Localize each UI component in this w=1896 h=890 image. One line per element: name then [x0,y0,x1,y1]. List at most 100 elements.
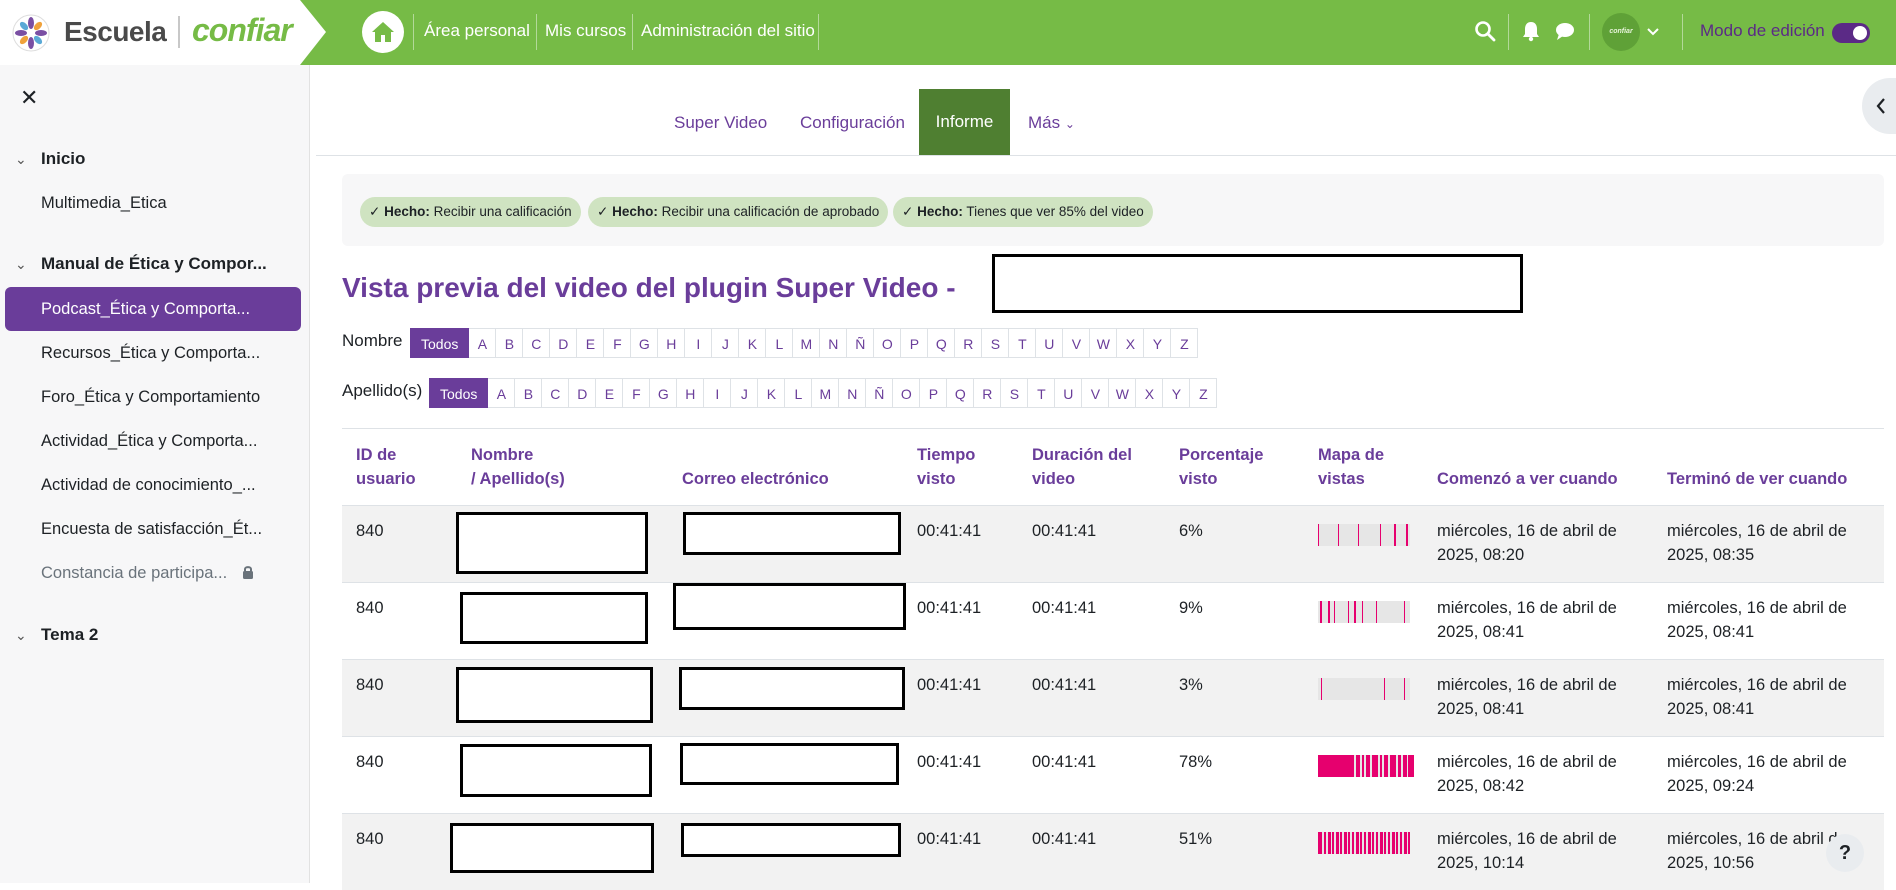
sidebar-item-recursos[interactable]: Recursos_Ética y Comporta... [5,331,301,375]
initial-letter[interactable]: B [496,328,524,358]
initial-all[interactable]: Todos [410,328,470,358]
initial-letter[interactable]: J [731,378,759,408]
initial-letter[interactable]: X [1117,328,1145,358]
initial-letter[interactable]: Z [1190,378,1218,408]
initial-letter[interactable]: P [901,328,929,358]
initial-letter[interactable]: Ñ [866,378,894,408]
chevron-down-icon[interactable]: ⌄ [15,627,29,644]
nav-mis-cursos[interactable]: Mis cursos [545,21,626,41]
header-name[interactable]: Nombre / Apellido(s) [471,443,565,491]
chat-icon[interactable] [1554,20,1576,42]
initial-letter[interactable]: C [542,378,570,408]
tab-informe[interactable]: Informe [919,89,1010,155]
initial-letter[interactable]: H [677,378,705,408]
initial-letter[interactable]: Y [1163,378,1191,408]
sidebar-item-actividad[interactable]: Actividad_Ética y Comporta... [5,419,301,463]
right-drawer-toggle[interactable] [1862,78,1896,134]
header-view-map[interactable]: Mapa de vistas [1318,443,1384,491]
initial-letter[interactable]: Q [947,378,975,408]
initial-letter[interactable]: R [955,328,983,358]
sidebar-item-encuesta[interactable]: Encuesta de satisfacción_Ét... [5,507,301,551]
sidebar-item-podcast[interactable]: Podcast_Ética y Comporta... [5,287,301,331]
initial-letter[interactable]: I [704,378,732,408]
initial-letter[interactable]: X [1136,378,1164,408]
header-end[interactable]: Terminó de ver cuando [1667,467,1847,491]
initial-letter[interactable]: G [631,328,659,358]
completion-badge: ✓ Hecho: Recibir una calificación de apr… [588,197,889,227]
cell-start-date: 2025, 08:20 [1437,546,1525,564]
sidebar-item-multimedia[interactable]: Multimedia_Etica [5,181,301,225]
chevron-down-icon[interactable]: ⌄ [15,151,29,168]
sidebar-item-constancia[interactable]: Constancia de participa... [5,551,301,595]
initial-letter[interactable]: U [1055,378,1083,408]
initial-letter[interactable]: H [658,328,686,358]
tab-mas[interactable]: Más ⌄ [1028,113,1075,133]
initial-letter[interactable]: R [974,378,1002,408]
search-icon[interactable] [1474,20,1496,42]
initial-letter[interactable]: S [1001,378,1029,408]
initial-letter[interactable]: F [623,378,651,408]
initial-letter[interactable]: W [1109,378,1137,408]
initial-letter[interactable]: G [650,378,678,408]
initial-letter[interactable]: I [685,328,713,358]
initial-letter[interactable]: B [515,378,543,408]
initial-letter[interactable]: W [1090,328,1118,358]
initial-letter[interactable]: M [812,378,840,408]
initial-letter[interactable]: D [550,328,578,358]
section-inicio[interactable]: ⌄ Inicio [15,149,85,169]
initial-letter[interactable]: T [1028,378,1056,408]
initial-letter[interactable]: E [577,328,605,358]
header-percent[interactable]: Porcentaje visto [1179,443,1263,491]
initial-letter[interactable]: L [766,328,794,358]
tab-super-video[interactable]: Super Video [674,113,767,133]
initial-letter[interactable]: Z [1171,328,1199,358]
initial-letter[interactable]: T [1009,328,1037,358]
close-icon[interactable]: ✕ [20,85,38,111]
initial-letter[interactable]: V [1063,328,1091,358]
edit-mode-toggle[interactable] [1832,23,1870,43]
tab-configuracion[interactable]: Configuración [800,113,905,133]
initial-letter[interactable]: J [712,328,740,358]
header-duration[interactable]: Duración del video [1032,443,1132,491]
initial-letter[interactable]: E [596,378,624,408]
toggle-knob [1853,26,1867,40]
chevron-down-icon[interactable]: ⌄ [15,256,29,273]
initial-letter[interactable]: K [758,378,786,408]
initial-letter[interactable]: N [820,328,848,358]
initial-letter[interactable]: Q [928,328,956,358]
chevron-down-icon[interactable] [1647,27,1659,37]
initial-letter[interactable]: S [982,328,1010,358]
initial-letter[interactable]: A [469,328,497,358]
initial-letter[interactable]: D [569,378,597,408]
section-tema-2[interactable]: ⌄ Tema 2 [15,625,98,645]
initial-letter[interactable]: A [488,378,516,408]
initial-letter[interactable]: L [785,378,813,408]
sidebar-item-actividad-conocimiento[interactable]: Actividad de conocimiento_... [5,463,301,507]
initial-letter[interactable]: C [523,328,551,358]
site-logo[interactable]: Escuela confiar [0,0,326,65]
sidebar-item-foro[interactable]: Foro_Ética y Comportamiento [5,375,301,419]
avatar[interactable]: confiar [1602,13,1640,51]
initial-letter[interactable]: O [893,378,921,408]
initial-letter[interactable]: Ñ [847,328,875,358]
nav-area-personal[interactable]: Área personal [424,21,530,41]
initial-letter[interactable]: K [739,328,767,358]
initial-letter[interactable]: V [1082,378,1110,408]
header-time[interactable]: Tiempo visto [917,443,975,491]
initial-letter[interactable]: F [604,328,632,358]
header-email[interactable]: Correo electrónico [682,467,829,491]
initial-all[interactable]: Todos [429,378,489,408]
nav-administracion[interactable]: Administración del sitio [641,21,815,41]
initial-letter[interactable]: O [874,328,902,358]
initial-letter[interactable]: M [793,328,821,358]
help-button[interactable]: ? [1826,834,1864,872]
header-start[interactable]: Comenzó a ver cuando [1437,467,1618,491]
bell-icon[interactable] [1521,20,1541,42]
home-button[interactable] [362,11,404,53]
initial-letter[interactable]: P [920,378,948,408]
initial-letter[interactable]: N [839,378,867,408]
header-id[interactable]: ID de usuario [356,443,416,491]
initial-letter[interactable]: U [1036,328,1064,358]
section-manual-etica[interactable]: ⌄ Manual de Ética y Compor... [15,254,267,274]
initial-letter[interactable]: Y [1144,328,1172,358]
